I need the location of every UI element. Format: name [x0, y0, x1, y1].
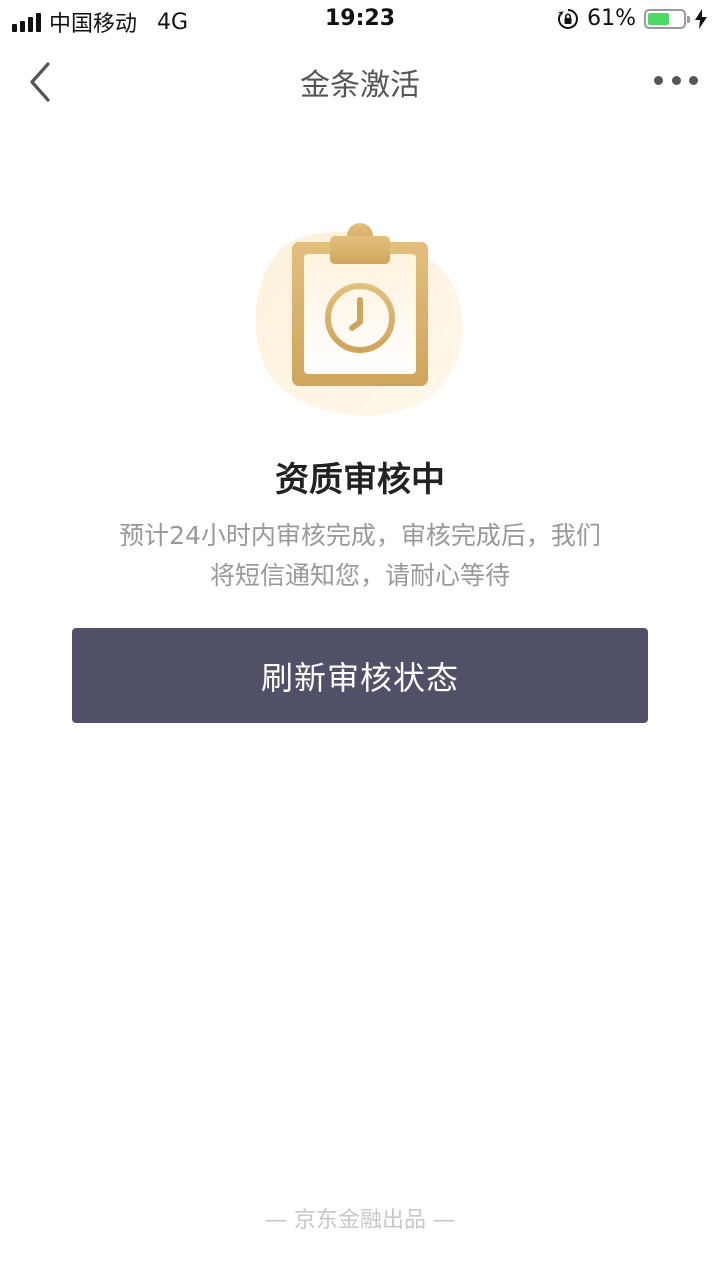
footer-credit: — 京东金融出品 —: [265, 1208, 455, 1233]
clipboard-clock-icon: [255, 223, 463, 416]
review-status-title: 资质审核中: [275, 460, 445, 500]
more-dots-icon: [654, 75, 663, 85]
status-bar: 中国移动 4G 19:23 61%: [0, 0, 720, 40]
bolt-icon: [695, 8, 707, 29]
review-status-description: 预计24小时内审核完成，审核完成后，我们将短信通知您，请耐心等待: [119, 521, 601, 590]
battery-icon: [644, 8, 690, 29]
page-title: 金条激活: [300, 68, 420, 103]
nav-bar: 金条激活: [0, 40, 720, 124]
battery-percent: 61%: [587, 6, 636, 31]
more-button[interactable]: [654, 66, 698, 94]
refresh-status-button[interactable]: 刷新审核状态: [72, 628, 648, 723]
rotation-lock-icon: [558, 8, 579, 29]
battery-fill: [648, 12, 669, 25]
status-right: 61%: [557, 6, 708, 31]
page: 中国移动 4G 19:23 61% 金条激活 资质审核中 预计24小时内审核完成…: [0, 0, 720, 1280]
